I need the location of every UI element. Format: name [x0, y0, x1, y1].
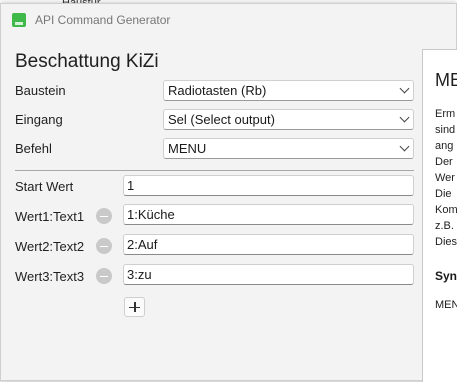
- eingang-value: Sel (Select output): [168, 112, 275, 127]
- start-wert-label: Start Wert: [15, 179, 74, 194]
- chevron-down-icon: [399, 83, 410, 94]
- help-title: ME: [435, 70, 457, 90]
- befehl-value: MENU: [168, 141, 207, 156]
- add-row-button[interactable]: [124, 297, 145, 317]
- baustein-value: Radiotasten (Rb): [168, 83, 267, 98]
- remove-wert3-button[interactable]: [96, 268, 112, 284]
- help-line: Die: [435, 188, 452, 200]
- divider: [15, 170, 414, 171]
- wert1-input[interactable]: 1:Küche: [123, 204, 414, 225]
- remove-wert2-button[interactable]: [96, 238, 112, 254]
- chevron-down-icon: [399, 141, 410, 152]
- help-line: z.B.: [435, 220, 454, 232]
- befehl-select[interactable]: MENU: [163, 138, 414, 159]
- help-line: Wer: [435, 172, 455, 184]
- eingang-label: Eingang: [15, 112, 63, 127]
- wert3-label: Wert3:Text3: [15, 269, 85, 284]
- help-panel: ME Erm sind ang Der Wer Die Kom z.B. Die…: [422, 49, 457, 382]
- wert1-label: Wert1:Text1: [15, 209, 85, 224]
- start-wert-input[interactable]: 1: [123, 175, 414, 196]
- remove-wert1-button[interactable]: [96, 208, 112, 224]
- baustein-select[interactable]: Radiotasten (Rb): [163, 80, 414, 101]
- baustein-label: Baustein: [15, 83, 66, 98]
- syntax-code: MEN: [435, 299, 457, 311]
- help-line: ang: [435, 140, 454, 152]
- befehl-label: Befehl: [15, 141, 52, 156]
- wert2-label: Wert2:Text2: [15, 239, 85, 254]
- window-title: API Command Generator: [35, 12, 171, 27]
- syntax-heading: Syn: [435, 269, 457, 283]
- help-line: Kom: [435, 204, 457, 216]
- wert3-input[interactable]: 3:zu: [123, 264, 414, 285]
- app-icon: [12, 12, 26, 27]
- help-line: Dies: [435, 236, 457, 248]
- help-line: Erm: [435, 108, 456, 120]
- title-bar[interactable]: API Command Generator: [1, 4, 456, 35]
- page-title: Beschattung KiZi: [15, 51, 159, 72]
- api-command-generator-window: API Command Generator Beschattung KiZi B…: [0, 3, 457, 382]
- wert2-input[interactable]: 2:Auf: [123, 234, 414, 255]
- help-line: Der: [435, 156, 453, 168]
- chevron-down-icon: [399, 112, 410, 123]
- help-line: sind: [435, 124, 456, 136]
- eingang-select[interactable]: Sel (Select output): [163, 109, 414, 130]
